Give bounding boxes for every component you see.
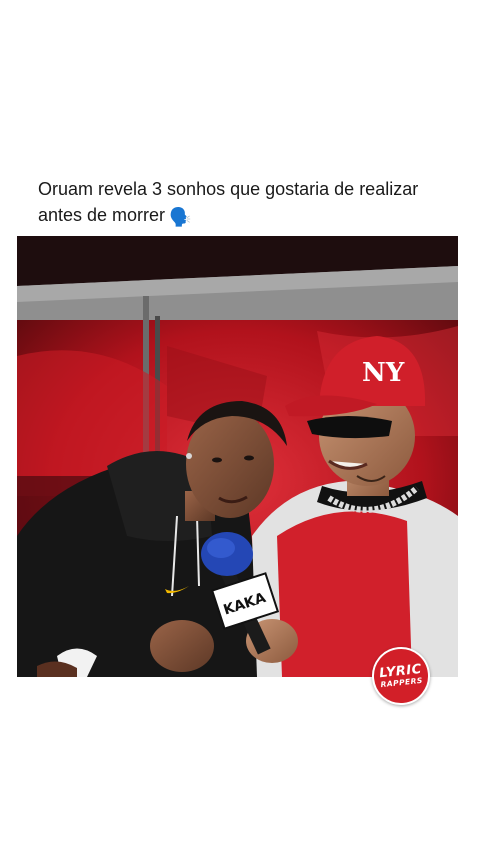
watermark-line-2: RAPPERS [380,676,424,690]
cap-logo-text: NY [362,358,405,388]
post-caption: Oruam revela 3 sonhos que gostaria de re… [38,176,458,230]
speaking-head-emoji-icon: 🗣️ [169,207,192,227]
caption-line-1: Oruam revela 3 sonhos que gostaria de re… [38,179,419,199]
video-player[interactable]: NY KAKA [17,236,458,677]
post-page: Oruam revela 3 sonhos que gostaria de re… [0,0,480,854]
video-frame-image: NY KAKA [17,236,458,677]
caption-line-2: antes de morrer [38,205,166,225]
